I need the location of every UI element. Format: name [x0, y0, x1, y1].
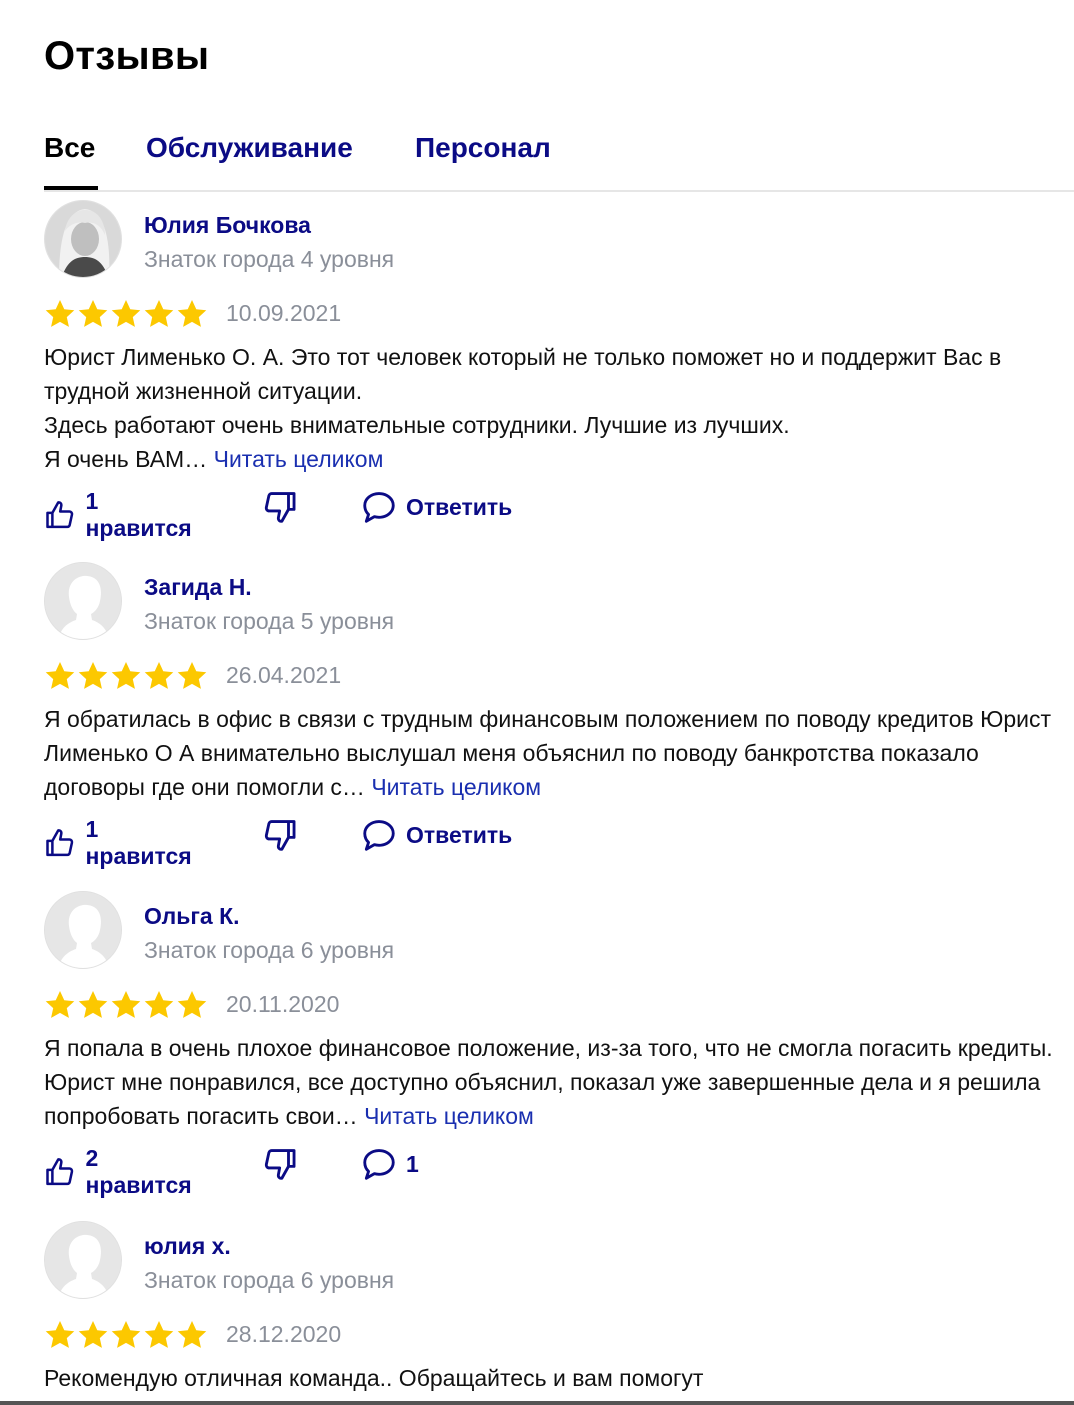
- star-icon: [78, 1321, 108, 1348]
- star-icon: [78, 991, 108, 1018]
- review-body: Юрист Лименько О. А. Это тот человек кот…: [44, 344, 1002, 472]
- avatar[interactable]: [44, 891, 122, 969]
- author-level: Знаток города 5 уровня: [144, 608, 395, 634]
- reply-label: Ответить: [406, 821, 513, 848]
- review-author[interactable]: юлия х.: [144, 1233, 231, 1260]
- like-count: 2 нравится: [85, 1145, 192, 1198]
- thumbs-down-icon: [264, 492, 296, 523]
- like-button[interactable]: 1 нравится: [44, 488, 196, 542]
- like-count: 1 нравится: [85, 816, 192, 869]
- avatar[interactable]: [44, 1221, 122, 1299]
- thumbs-down-icon: [264, 1149, 296, 1180]
- comment-icon: [363, 1149, 395, 1180]
- star-icon: [177, 991, 207, 1018]
- dislike-button[interactable]: [260, 1145, 298, 1183]
- dislike-button[interactable]: [260, 816, 298, 854]
- like-button[interactable]: 2 нравится: [44, 1145, 196, 1199]
- default-user-icon: [45, 1222, 121, 1298]
- star-icon: [78, 300, 108, 327]
- comment-icon: [363, 820, 395, 851]
- comments-button[interactable]: 1: [360, 1145, 419, 1183]
- star-icon: [111, 991, 141, 1018]
- default-user-icon: [45, 563, 121, 639]
- review-date: 26.04.2021: [226, 662, 342, 688]
- reply-button[interactable]: Ответить: [360, 816, 512, 854]
- reply-button[interactable]: Ответить: [360, 488, 512, 526]
- bottom-edge: [0, 1401, 1074, 1405]
- tab-service[interactable]: Обслуживание: [146, 132, 353, 164]
- review-author[interactable]: Загида Н.: [144, 574, 252, 601]
- review-date: 28.12.2020: [226, 1321, 342, 1347]
- star-icon: [144, 1321, 174, 1348]
- star-icon: [177, 662, 207, 689]
- rating-stars: [44, 1319, 209, 1351]
- star-icon: [144, 991, 174, 1018]
- star-icon: [45, 300, 75, 327]
- read-more-link[interactable]: Читать целиком: [364, 1103, 534, 1129]
- star-icon: [45, 991, 75, 1018]
- active-tab-indicator: [44, 186, 98, 190]
- thumbs-down-icon: [264, 820, 296, 851]
- tab-staff[interactable]: Персонал: [415, 132, 551, 164]
- review-text: Юрист Лименько О. А. Это тот человек кот…: [44, 340, 1069, 476]
- star-icon: [144, 300, 174, 327]
- star-icon: [111, 300, 141, 327]
- star-icon: [111, 662, 141, 689]
- read-more-link[interactable]: Читать целиком: [371, 774, 541, 800]
- page-title: Отзывы: [44, 34, 210, 78]
- dislike-button[interactable]: [260, 488, 298, 526]
- review-date: 10.09.2021: [226, 300, 342, 326]
- review-date: 20.11.2020: [226, 991, 340, 1017]
- author-level: Знаток города 4 уровня: [144, 246, 395, 272]
- review-text: Я обратилась в офис в связи с трудным фи…: [44, 702, 1069, 804]
- avatar[interactable]: [44, 562, 122, 640]
- author-level: Знаток города 6 уровня: [144, 937, 395, 963]
- review-body: Рекомендую отличная команда.. Обращайтес…: [44, 1365, 704, 1391]
- reply-label: Ответить: [406, 493, 513, 520]
- comment-count: 1: [406, 1150, 419, 1177]
- star-icon: [177, 300, 207, 327]
- review-author[interactable]: Ольга К.: [144, 903, 240, 930]
- star-icon: [144, 662, 174, 689]
- avatar[interactable]: [44, 200, 122, 278]
- like-count: 1 нравится: [85, 488, 192, 541]
- thumbs-up-icon: [46, 501, 74, 529]
- star-icon: [45, 1321, 75, 1348]
- review-text: Рекомендую отличная команда.. Обращайтес…: [44, 1361, 1069, 1395]
- review-tabs: Все Обслуживание Персонал: [44, 126, 1074, 192]
- thumbs-up-icon: [46, 1158, 74, 1186]
- tab-all[interactable]: Все: [44, 132, 95, 164]
- review-body: Я обратилась в офис в связи с трудным фи…: [44, 706, 1052, 800]
- star-icon: [78, 662, 108, 689]
- read-more-link[interactable]: Читать целиком: [214, 446, 384, 472]
- review-body: Я попала в очень плохое финансовое полож…: [44, 1035, 1053, 1129]
- rating-stars: [44, 660, 209, 692]
- comment-icon: [363, 492, 395, 523]
- thumbs-up-icon: [46, 829, 74, 857]
- star-icon: [111, 1321, 141, 1348]
- star-icon: [45, 662, 75, 689]
- like-button[interactable]: 1 нравится: [44, 816, 196, 870]
- user-photo-icon: [45, 201, 121, 277]
- review-author[interactable]: Юлия Бочкова: [144, 212, 311, 239]
- review-text: Я попала в очень плохое финансовое полож…: [44, 1031, 1069, 1133]
- author-level: Знаток города 6 уровня: [144, 1267, 395, 1293]
- star-icon: [177, 1321, 207, 1348]
- rating-stars: [44, 298, 209, 330]
- rating-stars: [44, 989, 209, 1021]
- default-user-icon: [45, 892, 121, 968]
